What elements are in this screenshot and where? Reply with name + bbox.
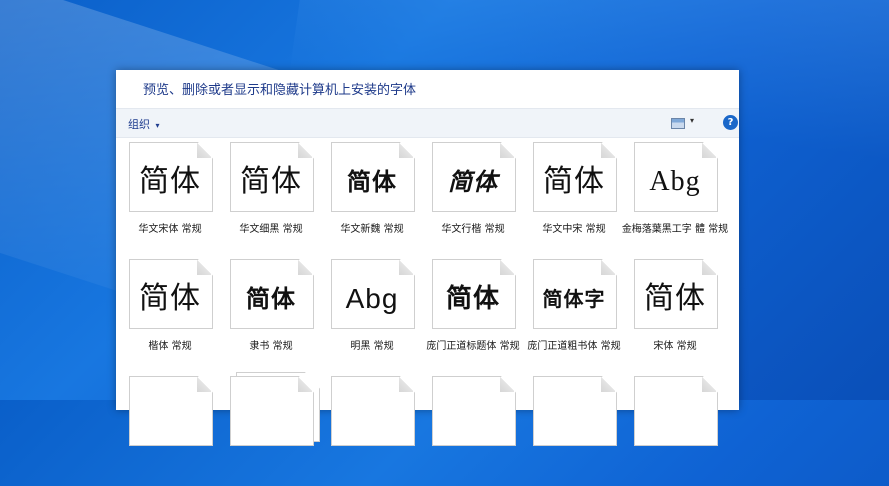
organize-label: 组织: [128, 118, 150, 131]
page-fold: [601, 142, 615, 158]
font-name: 楷体 常规: [148, 341, 192, 352]
command-bar: 组织 ▾ ▾ ?: [116, 108, 739, 138]
font-tile[interactable]: 简体 宋体 常规: [621, 259, 721, 369]
font-name: 明黑 常规: [350, 341, 394, 352]
font-tile[interactable]: [621, 376, 721, 486]
font-tile[interactable]: 简体 楷体 常规: [116, 259, 216, 369]
page-fold: [197, 142, 211, 158]
font-sample: 简体: [445, 284, 500, 314]
page-fold: [500, 259, 514, 275]
font-sample: 简体: [240, 164, 302, 199]
font-name: 华文行楷 常规: [441, 224, 505, 235]
font-sample: 简体: [347, 168, 397, 196]
page-fold: [601, 376, 615, 392]
font-name: 隶书 常规: [249, 341, 293, 352]
font-name: 庞门正道粗书体 常规: [527, 341, 621, 352]
view-options-icon: [671, 118, 685, 129]
page-fold: [298, 142, 312, 158]
font-name: 华文中宋 常规: [542, 224, 606, 235]
page-fold: [197, 259, 211, 275]
font-tile[interactable]: Abg 明黑 常规: [318, 259, 418, 369]
font-tile[interactable]: 简体 华文宋体 常规: [116, 142, 216, 252]
font-tile[interactable]: 简体字 庞门正道粗书体 常规: [520, 259, 621, 369]
font-tile[interactable]: [419, 376, 519, 486]
font-tile[interactable]: [520, 376, 620, 486]
font-sample: 简体: [644, 281, 706, 316]
font-sample: 简体: [139, 164, 201, 199]
font-tile[interactable]: 简体 华文中宋 常规: [520, 142, 620, 252]
font-tile[interactable]: [318, 376, 418, 486]
page-fold: [298, 376, 312, 392]
font-tile[interactable]: 简体 华文新魏 常规: [318, 142, 418, 252]
font-name: 金梅落葉黑工字 體 常规: [621, 224, 729, 235]
help-icon[interactable]: ?: [723, 115, 738, 130]
font-tile[interactable]: 简体 华文行楷 常规: [419, 142, 519, 252]
page-fold: [702, 142, 716, 158]
page-fold: [702, 376, 716, 392]
page-fold: [298, 259, 312, 275]
font-sample: Abg: [345, 283, 399, 314]
page-fold: [399, 376, 413, 392]
page-fold: [702, 259, 716, 275]
font-tile[interactable]: Abg 金梅落葉黑工字 體 常规: [621, 142, 728, 252]
page-fold: [500, 376, 514, 392]
font-tile[interactable]: 简体 隶书 常规: [217, 259, 317, 369]
font-sample: 简体: [246, 285, 296, 313]
page-fold: [500, 142, 514, 158]
font-sample: Abg: [649, 166, 701, 197]
font-tile[interactable]: [116, 376, 216, 486]
font-sample: 简体: [543, 164, 605, 199]
font-name: 华文新魏 常规: [340, 224, 404, 235]
page-fold: [197, 376, 211, 392]
page-fold: [601, 259, 615, 275]
font-sample: 简体: [139, 281, 201, 316]
font-name: 华文细黑 常规: [239, 224, 303, 235]
page-title: 预览、删除或者显示和隐藏计算机上安装的字体: [143, 83, 417, 98]
page-fold: [399, 142, 413, 158]
font-name: 华文宋体 常规: [138, 224, 202, 235]
page-fold: [399, 259, 413, 275]
font-tile[interactable]: 简体 庞门正道标题体 常规: [419, 259, 520, 369]
chevron-down-icon: ▾: [155, 121, 160, 130]
fonts-control-panel-window: 预览、删除或者显示和隐藏计算机上安装的字体 组织 ▾ ▾ ? 简体 华文宋体 常…: [116, 70, 739, 446]
font-name: 宋体 常规: [653, 341, 697, 352]
font-name: 庞门正道标题体 常规: [426, 341, 520, 352]
font-sample: 简体: [448, 168, 498, 196]
view-options-button[interactable]: ▾: [669, 115, 699, 131]
font-family-tile[interactable]: [217, 372, 320, 486]
chevron-down-icon: ▾: [690, 116, 695, 125]
font-tile[interactable]: 简体 华文细黑 常规: [217, 142, 317, 252]
organize-button[interactable]: 组织 ▾: [128, 116, 160, 132]
font-sample: 简体字: [542, 287, 606, 311]
